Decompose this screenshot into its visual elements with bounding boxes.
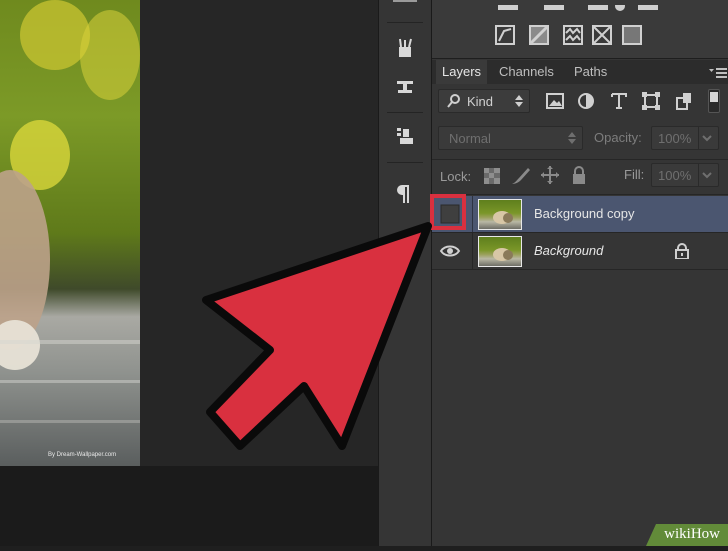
layer-name[interactable]: Background [534, 243, 603, 258]
layer-name[interactable]: Background copy [534, 206, 634, 221]
fill-input[interactable]: 100% [651, 163, 719, 187]
tab-layers[interactable]: Layers [436, 60, 488, 84]
canvas-pasteboard [0, 466, 378, 546]
tab-paths[interactable]: Paths [568, 60, 613, 84]
gradient-map-icon[interactable] [563, 25, 583, 45]
smart-object-filter-icon[interactable] [674, 91, 694, 111]
updown-icon [568, 132, 576, 147]
lock-position-icon[interactable] [540, 165, 560, 185]
threshold-icon[interactable] [529, 25, 549, 45]
panel-icon-strip [378, 0, 431, 546]
opacity-value: 100% [658, 131, 692, 146]
updown-icon [515, 95, 523, 110]
opacity-input[interactable]: 100% [651, 126, 719, 150]
adjustments-panel [432, 0, 728, 59]
blend-mode-label: Normal [449, 131, 491, 146]
tab-channels[interactable]: Channels [493, 60, 560, 84]
highlight-box [430, 194, 466, 230]
document-canvas[interactable]: By Dream-Wallpaper.com [0, 0, 378, 546]
selective-color-icon[interactable] [592, 25, 612, 45]
fill-label: Fill: [624, 167, 645, 182]
lock-image-pixels-icon[interactable] [510, 166, 532, 186]
filter-toggle-switch[interactable] [708, 89, 720, 113]
canvas-photo: By Dream-Wallpaper.com [0, 0, 140, 466]
clone-source-icon[interactable] [379, 68, 431, 104]
posterize-icon[interactable] [495, 25, 515, 45]
pixel-layer-filter-icon[interactable] [545, 91, 565, 111]
layer-thumbnail [478, 236, 522, 267]
opacity-label: Opacity: [594, 130, 642, 145]
blend-mode-select[interactable]: Normal [438, 126, 583, 150]
wikihow-watermark-text: wikiHow [664, 526, 720, 542]
lock-label: Lock: [440, 169, 472, 184]
panel-menu-icon[interactable] [709, 66, 727, 78]
search-icon [447, 93, 461, 112]
shape-layer-filter-icon[interactable] [641, 91, 661, 111]
solid-color-icon[interactable] [622, 25, 642, 45]
adjustment-layer-filter-icon[interactable] [576, 91, 596, 111]
lock-icon [675, 243, 689, 260]
lock-transparent-pixels-icon[interactable] [483, 167, 501, 185]
type-layer-filter-icon[interactable] [609, 91, 629, 111]
fill-value: 100% [658, 168, 692, 183]
layer-row-background[interactable]: Background [432, 233, 728, 270]
paragraph-icon[interactable] [379, 176, 431, 212]
filter-kind-label: Kind [467, 94, 494, 109]
layers-list: Background copy Background [432, 196, 728, 546]
panel-tabs: Layers Channels Paths [432, 60, 728, 84]
tool-presets-icon[interactable] [379, 118, 431, 154]
filter-kind-select[interactable]: Kind [438, 89, 530, 113]
eye-icon[interactable] [438, 239, 462, 263]
chevron-down-icon [698, 127, 715, 149]
layer-row-background-copy[interactable]: Background copy [432, 196, 728, 233]
layer-thumbnail [478, 199, 522, 230]
layers-panel: Layers Channels Paths Kind Normal Opacit… [431, 0, 728, 546]
chevron-down-icon [698, 164, 715, 186]
brush-presets-icon[interactable] [379, 30, 431, 66]
photo-caption: By Dream-Wallpaper.com [48, 452, 117, 458]
lock-all-icon[interactable] [571, 165, 587, 185]
